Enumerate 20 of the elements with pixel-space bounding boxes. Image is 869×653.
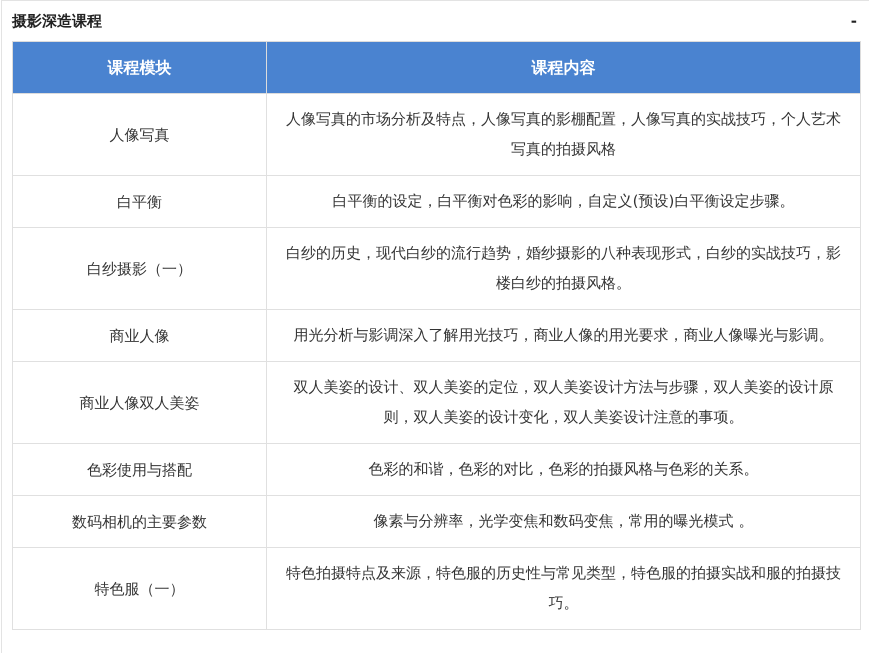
table-cell: 白平衡的设定，白平衡对色彩的影响，自定义(预设)白平衡设定步骤。 [266,176,860,228]
column-header: 课程模块 [12,42,266,94]
panel-title: 摄影深造课程 [12,10,102,32]
table-cell: 白纱摄影（一） [12,228,266,310]
table-cell: 商业人像双人美姿 [12,362,266,444]
table-cell: 双人美姿的设计、双人美姿的定位，双人美姿设计方法与步骤，双人美姿的设计原则，双人美姿的设计变化，双人美姿设计注意的事项。 [266,362,860,444]
table-cell: 人像写真 [12,94,266,176]
table-cell: 人像写真的市场分析及特点，人像写真的影棚配置，人像写真的实战技巧，个人艺术写真的拍摄风格 [266,94,860,176]
table-cell: 数码相机的主要参数 [12,496,266,548]
table-cell: 色彩的和谐，色彩的对比，色彩的拍摄风格与色彩的关系。 [266,444,860,496]
table-cell: 色彩使用与搭配 [12,444,266,496]
table-cell: 特色服（一） [12,548,266,630]
table-cell: 白平衡 [12,176,266,228]
collapse-toggle[interactable]: - [846,10,861,32]
table-cell: 商业人像 [12,310,266,362]
table-cell: 特色拍摄特点及来源，特色服的历史性与常见类型，特色服的拍摄实战和服的拍摄技巧。 [266,548,860,630]
table-cell: 像素与分辨率，光学变焦和数码变焦，常用的曝光模式 。 [266,496,860,548]
column-header: 课程内容 [266,42,860,94]
table-cell: 用光分析与影调深入了解用光技巧，商业人像的用光要求，商业人像曝光与影调。 [266,310,860,362]
table-cell: 白纱的历史，现代白纱的流行趋势，婚纱摄影的八种表现形式，白纱的实战技巧，影楼白纱的拍摄风格。 [266,228,860,310]
